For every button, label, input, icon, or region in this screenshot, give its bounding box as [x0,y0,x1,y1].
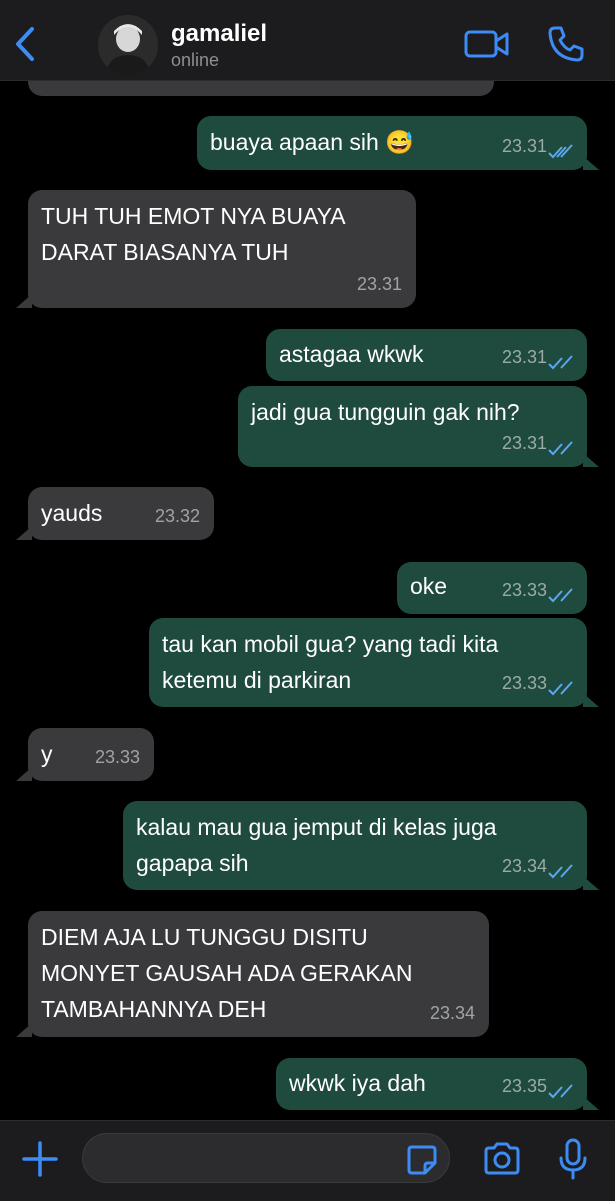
message-text: DIEM AJA LU TUNGGU DISITU MONYET GAUSAH … [41,924,413,1022]
message-time: 23.31 [356,274,402,294]
message-text: wkwk iya dah [289,1070,426,1096]
avatar[interactable] [98,15,158,75]
message-bubble-outgoing[interactable]: kalau mau gua jemput di kelas juga gapap… [123,801,599,890]
read-receipt-icon [548,355,573,370]
camera-icon [484,1142,520,1175]
camera-button[interactable] [483,1141,521,1177]
message-time: 23.33 [501,673,547,693]
message-text: buaya apaan sih 😅 [210,129,414,155]
message-bubble-outgoing[interactable]: buaya apaan sih 😅 23.31 [197,116,599,170]
read-receipt-icon [548,144,573,159]
bubble-tail [583,693,599,707]
contact-status: online [171,50,220,70]
phone-icon [548,26,584,62]
message-time: 23.35 [501,1076,547,1096]
microphone-icon [559,1138,587,1180]
contact-name[interactable]: gamaliel [171,20,267,48]
chat-area[interactable]: 23.30 buaya apaan sih 😅 23.31 TUH TUH EM… [0,0,615,1120]
bubble-tail [16,526,32,540]
message-bubble-outgoing[interactable]: oke 23.33 [397,562,587,614]
back-button[interactable] [10,24,40,64]
read-receipt-icon [548,681,573,696]
message-bubble-incoming[interactable]: TUH TUH EMOT NYA BUAYA DARAT BIASANYA TU… [16,190,416,308]
bubble-tail [16,767,32,781]
chevron-left-icon [16,27,34,61]
message-text: y [41,741,53,767]
message-bubble-outgoing[interactable]: tau kan mobil gua? yang tadi kita ketemu… [149,618,599,707]
read-receipt-icon [548,588,573,603]
read-receipt-icon [548,864,573,879]
bubble-tail [16,1023,32,1037]
message-bubble-incoming[interactable]: y 23.33 [16,728,154,781]
message-bubble-incoming[interactable]: yauds 23.32 [16,487,214,540]
video-call-button[interactable] [463,26,511,62]
message-time: 23.31 [501,136,547,156]
message-time: 23.31 [501,347,547,367]
message-time: 23.33 [501,580,547,600]
message-text: TUH TUH EMOT NYA BUAYA DARAT BIASANYA TU… [41,203,346,265]
read-receipt-icon [548,441,573,456]
chat-header: gamaliel online [0,0,615,81]
voice-call-button[interactable] [546,24,586,64]
message-text: jadi gua tungguin gak nih? [251,399,520,425]
message-text: oke [410,573,448,599]
bubble-tail [583,453,599,467]
message-time: 23.34 [501,856,547,876]
bubble-tail [583,876,599,890]
video-camera-icon [464,30,509,58]
attach-button[interactable] [20,1139,60,1179]
message-text: astagaa wkwk [279,341,424,367]
message-bubble-outgoing[interactable]: jadi gua tungguin gak nih? 23.31 [238,386,599,467]
sticker-icon [407,1145,437,1175]
sticker-button[interactable] [406,1144,438,1176]
bubble-tail [583,156,599,170]
message-bubble-outgoing[interactable]: wkwk iya dah 23.35 [276,1058,599,1110]
read-receipt-icon [548,1084,573,1099]
message-input-bar [0,1120,615,1201]
message-text: kalau mau gua jemput di kelas juga gapap… [136,814,497,876]
bubble-tail [16,294,32,308]
message-input[interactable] [82,1133,450,1183]
bubble-tail [583,1096,599,1110]
message-bubble-outgoing[interactable]: astagaa wkwk 23.31 [266,329,587,381]
message-time: 23.34 [429,1003,475,1023]
message-text: yauds [41,500,103,526]
message-text: tau kan mobil gua? yang tadi kita ketemu… [162,631,499,693]
plus-icon [22,1141,58,1177]
message-time: 23.31 [501,433,547,453]
message-time: 23.33 [94,747,140,767]
avatar-photo [98,15,158,75]
microphone-button[interactable] [558,1137,588,1181]
message-time: 23.32 [154,506,200,526]
message-bubble-incoming[interactable]: DIEM AJA LU TUNGGU DISITU MONYET GAUSAH … [16,911,489,1037]
